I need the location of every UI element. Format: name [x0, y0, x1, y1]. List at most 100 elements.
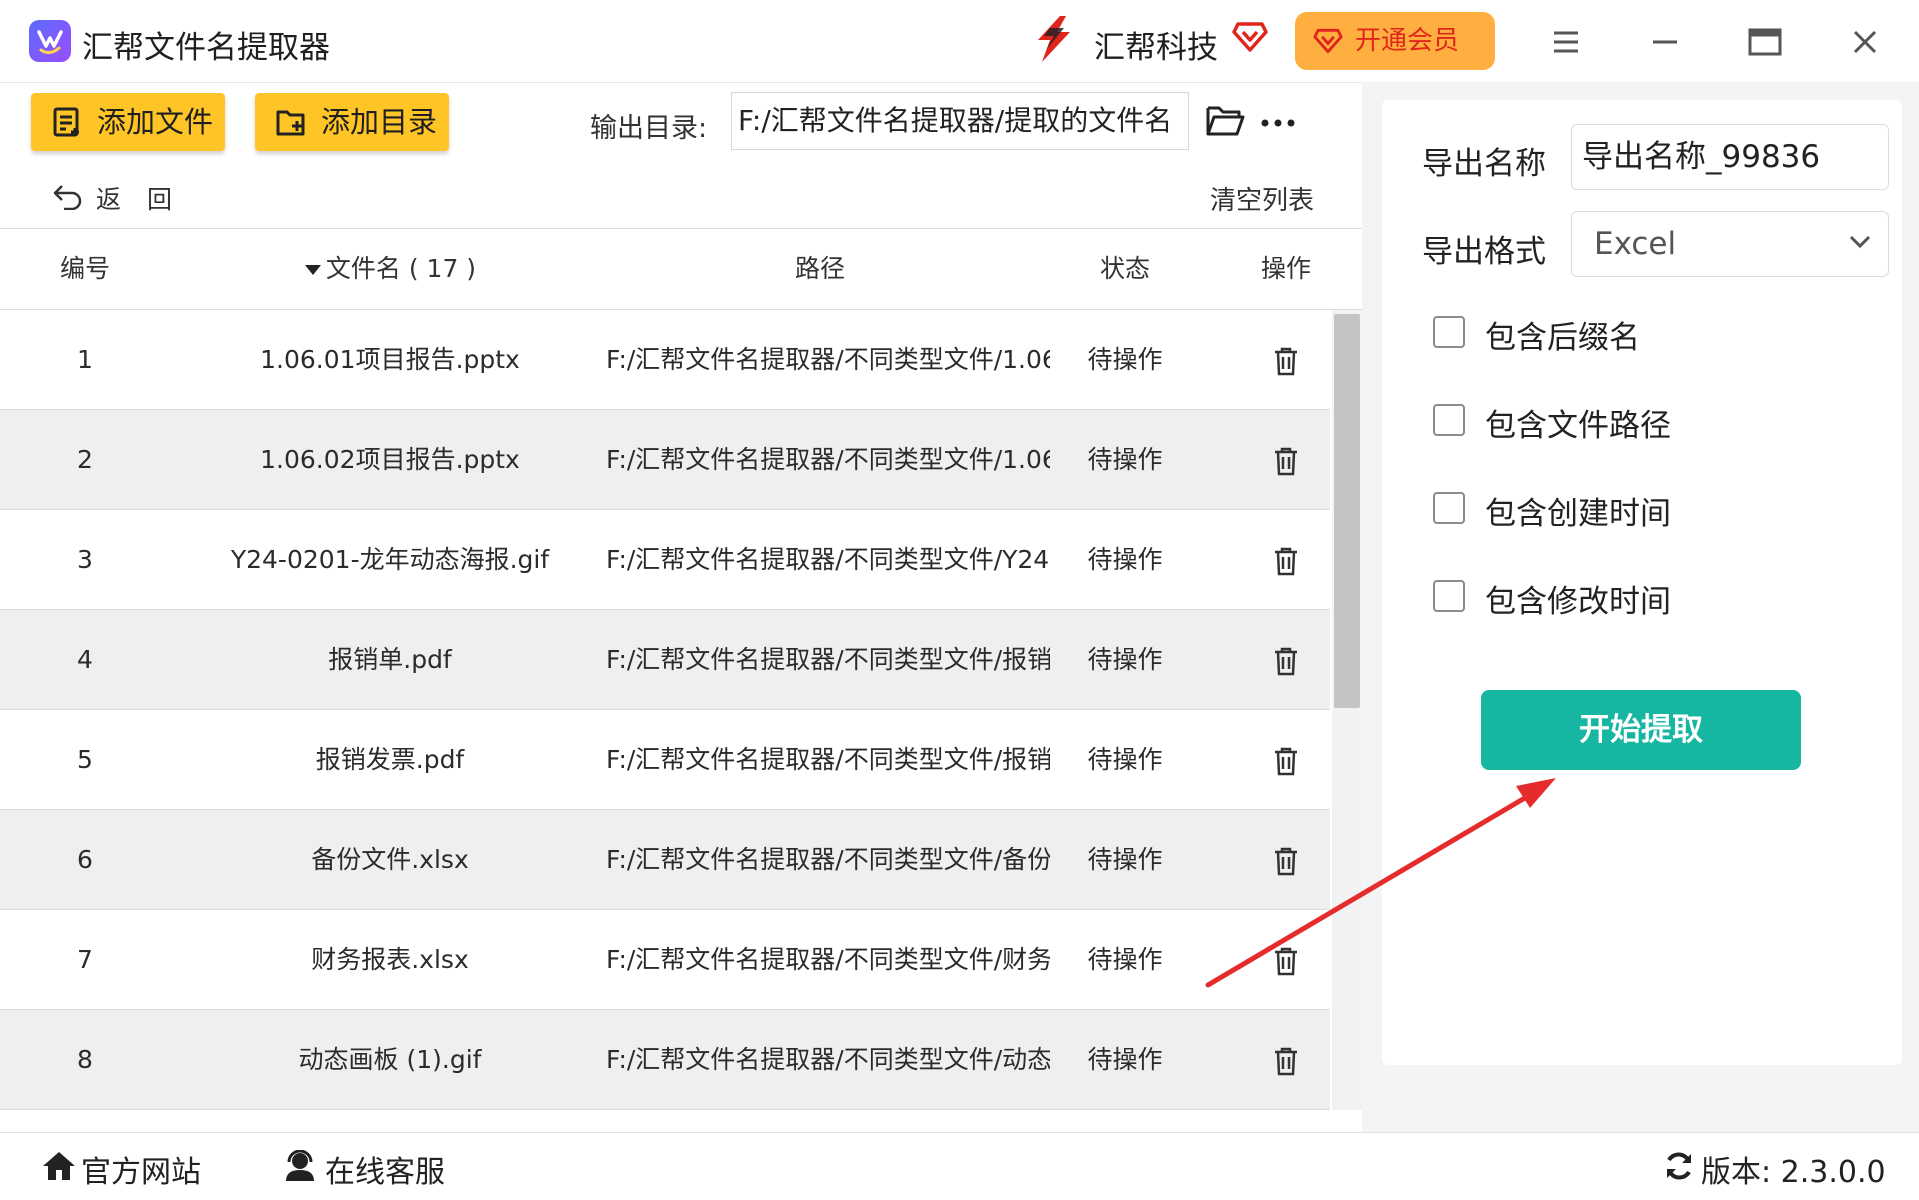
row-path: F:/汇帮文件名提取器/不同类型文件/备份: [606, 845, 1050, 874]
row-no: 2: [77, 445, 93, 474]
diamond-icon: [1313, 28, 1343, 54]
row-path: F:/汇帮文件名提取器/不同类型文件/财务: [606, 945, 1050, 974]
row-no: 4: [77, 645, 93, 674]
header-name[interactable]: 文件名 ( 17 ): [270, 229, 510, 309]
export-format-select[interactable]: Excel: [1571, 211, 1889, 277]
add-folder-icon: [276, 110, 305, 136]
header-op: 操作: [1260, 254, 1311, 283]
output-dir-label: 输出目录:: [590, 113, 708, 144]
trash-icon[interactable]: [1265, 710, 1307, 810]
brand-logo-icon: [1030, 14, 1078, 64]
include-path-label: 包含文件路径: [1485, 408, 1671, 444]
close-icon[interactable]: [1845, 22, 1885, 62]
row-path: F:/汇帮文件名提取器/不同类型文件/Y24-: [606, 545, 1050, 574]
row-name: 1.06.02项目报告.pptx: [260, 445, 520, 474]
row-status: 待操作: [1087, 845, 1163, 874]
row-status: 待操作: [1087, 745, 1163, 774]
trash-icon[interactable]: [1265, 810, 1307, 910]
brand-name: 汇帮科技: [1094, 30, 1218, 66]
trash-icon[interactable]: [1265, 510, 1307, 610]
trash-icon[interactable]: [1265, 310, 1307, 410]
table-row[interactable]: 2 1.06.02项目报告.pptx F:/汇帮文件名提取器/不同类型文件/1.…: [0, 410, 1330, 510]
row-path: F:/汇帮文件名提取器/不同类型文件/1.06: [606, 345, 1050, 374]
export-format-value: Excel: [1594, 226, 1677, 262]
trash-icon[interactable]: [1265, 610, 1307, 710]
table-header: 编号 文件名 ( 17 ) 路径 状态 操作: [0, 228, 1362, 310]
row-path: F:/汇帮文件名提取器/不同类型文件/报销: [606, 645, 1050, 674]
minimize-icon[interactable]: [1645, 22, 1685, 62]
add-file-label: 添加文件: [97, 105, 214, 139]
scrollbar-thumb[interactable]: [1334, 314, 1360, 708]
row-name: 备份文件.xlsx: [311, 845, 469, 874]
row-name: Y24-0201-龙年动态海报.gif: [230, 545, 550, 574]
maximize-icon[interactable]: [1745, 22, 1785, 62]
include-modified-time-checkbox[interactable]: [1433, 580, 1465, 612]
row-no: 1: [77, 345, 93, 374]
table-row[interactable]: 7 财务报表.xlsx F:/汇帮文件名提取器/不同类型文件/财务 待操作: [0, 910, 1330, 1010]
row-name: 财务报表.xlsx: [311, 945, 469, 974]
add-file-icon: [53, 107, 79, 137]
clear-list-button[interactable]: 清空列表: [1210, 180, 1314, 217]
include-extension-label: 包含后缀名: [1485, 320, 1640, 356]
refresh-icon: [1667, 1152, 1691, 1180]
include-modified-time-label: 包含修改时间: [1485, 584, 1671, 620]
row-no: 5: [77, 745, 93, 774]
export-name-input[interactable]: 导出名称_99836: [1571, 124, 1889, 190]
add-directory-button[interactable]: 添加目录: [255, 93, 449, 151]
row-name: 动态画板 (1).gif: [298, 1045, 482, 1074]
start-extract-button[interactable]: 开始提取: [1481, 690, 1801, 770]
vip-button[interactable]: 开通会员: [1295, 12, 1495, 70]
include-created-time-label: 包含创建时间: [1485, 496, 1671, 532]
trash-icon[interactable]: [1265, 1010, 1307, 1110]
include-path-checkbox[interactable]: [1433, 404, 1465, 436]
support-label: 在线客服: [325, 1155, 445, 1190]
row-status: 待操作: [1087, 1045, 1163, 1074]
home-icon: [43, 1152, 75, 1180]
row-status: 待操作: [1087, 445, 1163, 474]
table-row[interactable]: 6 备份文件.xlsx F:/汇帮文件名提取器/不同类型文件/备份 待操作: [0, 810, 1330, 910]
more-icon[interactable]: [1260, 114, 1296, 133]
row-status: 待操作: [1087, 345, 1163, 374]
headset-icon: [286, 1150, 314, 1181]
app-title: 汇帮文件名提取器: [82, 30, 330, 66]
row-status: 待操作: [1087, 945, 1163, 974]
table-body: 1 1.06.01项目报告.pptx F:/汇帮文件名提取器/不同类型文件/1.…: [0, 310, 1330, 1110]
vip-button-label: 开通会员: [1355, 26, 1460, 56]
include-extension-checkbox[interactable]: [1433, 316, 1465, 348]
include-created-time-checkbox[interactable]: [1433, 492, 1465, 524]
row-path: F:/汇帮文件名提取器/不同类型文件/1.06: [606, 445, 1050, 474]
output-dir-input[interactable]: F:/汇帮文件名提取器/提取的文件名: [731, 92, 1189, 150]
trash-icon[interactable]: [1265, 910, 1307, 1010]
table-row[interactable]: 5 报销发票.pdf F:/汇帮文件名提取器/不同类型文件/报销 待操作: [0, 710, 1330, 810]
undo-icon: [53, 185, 82, 210]
row-name: 1.06.01项目报告.pptx: [260, 345, 520, 374]
table-row[interactable]: 4 报销单.pdf F:/汇帮文件名提取器/不同类型文件/报销 待操作: [0, 610, 1330, 710]
menu-icon[interactable]: [1546, 22, 1586, 62]
export-name-label: 导出名称: [1422, 146, 1546, 182]
row-status: 待操作: [1087, 545, 1163, 574]
trash-icon[interactable]: [1265, 410, 1307, 510]
table-row[interactable]: 8 动态画板 (1).gif F:/汇帮文件名提取器/不同类型文件/动态 待操作: [0, 1010, 1330, 1110]
row-path: F:/汇帮文件名提取器/不同类型文件/报销: [606, 745, 1050, 774]
add-file-button[interactable]: 添加文件: [31, 93, 225, 151]
file-table: 编号 文件名 ( 17 ) 路径 状态 操作 1 1.06.01项目报告.ppt…: [0, 228, 1362, 1110]
version-label: 版本: 2.3.0.0: [1701, 1155, 1886, 1190]
diamond-icon[interactable]: [1232, 18, 1268, 58]
sort-down-icon: [304, 265, 321, 275]
back-label: 返回: [96, 185, 199, 214]
table-row[interactable]: 1 1.06.01项目报告.pptx F:/汇帮文件名提取器/不同类型文件/1.…: [0, 310, 1330, 410]
table-row[interactable]: 3 Y24-0201-龙年动态海报.gif F:/汇帮文件名提取器/不同类型文件…: [0, 510, 1330, 610]
website-label: 官方网站: [81, 1155, 201, 1190]
add-directory-label: 添加目录: [321, 105, 438, 139]
row-no: 3: [77, 545, 93, 574]
chevron-down-icon: [1849, 235, 1871, 249]
row-no: 6: [77, 845, 93, 874]
header-path: 路径: [794, 254, 845, 283]
app-logo-icon: [29, 20, 71, 62]
folder-icon[interactable]: [1205, 104, 1245, 142]
title-bar: 汇帮文件名提取器 汇帮科技 开通会员: [0, 0, 1919, 83]
row-name: 报销发票.pdf: [315, 745, 465, 774]
row-no: 7: [77, 945, 93, 974]
row-name: 报销单.pdf: [328, 645, 452, 674]
row-path: F:/汇帮文件名提取器/不同类型文件/动态: [606, 1045, 1050, 1074]
